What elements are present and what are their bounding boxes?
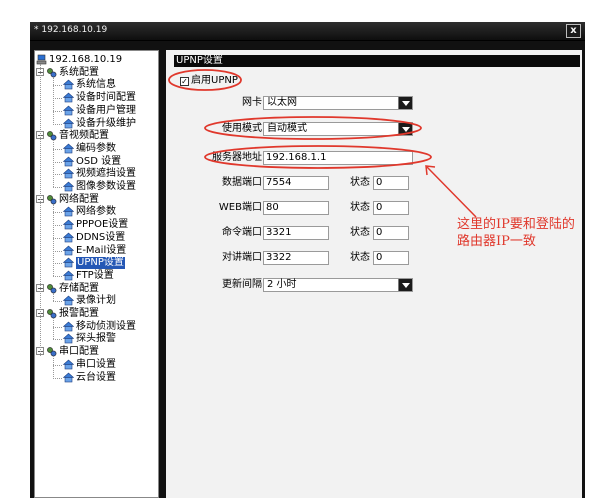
annotation-arrow-line bbox=[426, 166, 477, 218]
highlight-ellipse-server bbox=[204, 145, 432, 169]
annotation-overlay bbox=[168, 69, 477, 218]
highlight-ellipse-mode bbox=[204, 116, 422, 140]
highlight-ellipse-enable-upnp bbox=[168, 69, 242, 91]
